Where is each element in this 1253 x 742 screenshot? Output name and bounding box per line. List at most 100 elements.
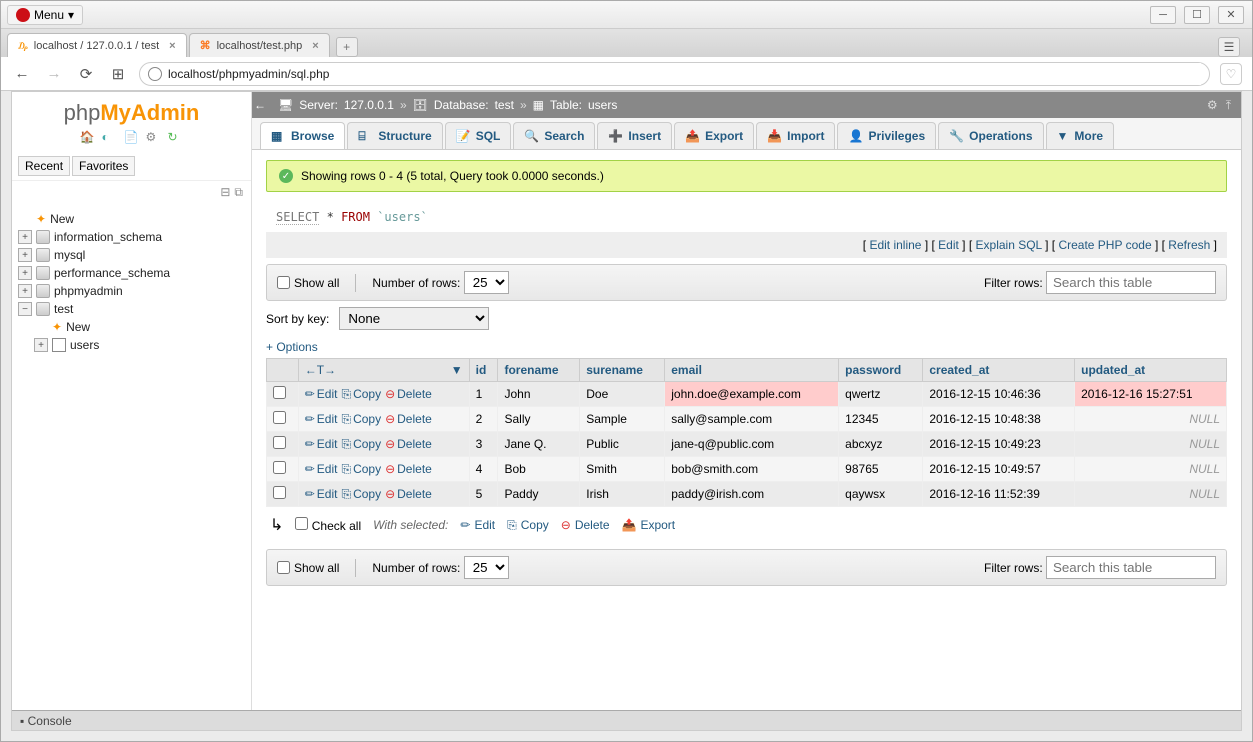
new-tab-button[interactable]: +: [336, 37, 358, 57]
cell-updated_at[interactable]: NULL: [1075, 432, 1227, 457]
row-delete[interactable]: ⊖Delete: [385, 437, 432, 451]
bulk-copy-link[interactable]: ⎘Copy: [507, 518, 549, 533]
cell-created_at[interactable]: 2016-12-16 11:52:39: [923, 482, 1075, 507]
row-checkbox[interactable]: [267, 482, 299, 507]
logout-icon[interactable]: ◐: [102, 130, 118, 146]
num-rows-select-bottom[interactable]: 25: [464, 556, 509, 579]
reload-icon[interactable]: ↻: [168, 130, 184, 146]
tree-db-information_schema[interactable]: information_schema: [16, 228, 247, 246]
cell-updated_at[interactable]: NULL: [1075, 482, 1227, 507]
expander-icon[interactable]: [34, 338, 48, 352]
tab-sql[interactable]: 📝SQL: [445, 122, 512, 149]
cell-updated_at[interactable]: NULL: [1075, 407, 1227, 432]
tab-privileges[interactable]: 👤Privileges: [837, 122, 936, 149]
favorites-tab[interactable]: Favorites: [72, 156, 135, 176]
expander-icon[interactable]: [18, 266, 32, 280]
bookmark-button[interactable]: ♡: [1220, 63, 1242, 85]
browser-tab-2[interactable]: ⌘ localhost/test.php ×: [189, 33, 330, 57]
row-checkbox[interactable]: [267, 407, 299, 432]
tree-db-mysql[interactable]: mysql: [16, 246, 247, 264]
tab-search[interactable]: 🔍Search: [513, 122, 595, 149]
row-checkbox[interactable]: [267, 432, 299, 457]
breadcrumb-db[interactable]: test: [495, 98, 514, 112]
tree-db-test[interactable]: test: [16, 300, 247, 318]
cell-created_at[interactable]: 2016-12-15 10:49:23: [923, 432, 1075, 457]
tree-new-table[interactable]: ✦ New: [16, 318, 247, 336]
breadcrumb-table[interactable]: users: [588, 98, 617, 112]
cell-id[interactable]: 3: [469, 432, 498, 457]
cell-email[interactable]: paddy@irish.com: [665, 482, 839, 507]
row-delete[interactable]: ⊖Delete: [385, 412, 432, 426]
close-tab-icon[interactable]: ×: [169, 40, 175, 52]
opera-menu-button[interactable]: Menu ▾: [7, 5, 83, 25]
cell-surename[interactable]: Public: [580, 432, 665, 457]
cell-forename[interactable]: Jane Q.: [498, 432, 580, 457]
cell-id[interactable]: 2: [469, 407, 498, 432]
cell-password[interactable]: 98765: [839, 457, 923, 482]
tab-list-button[interactable]: ☰: [1218, 37, 1240, 57]
tab-browse[interactable]: ▦Browse: [260, 122, 345, 149]
cell-id[interactable]: 4: [469, 457, 498, 482]
cell-forename[interactable]: John: [498, 382, 580, 407]
expander-icon[interactable]: [18, 284, 32, 298]
back-button[interactable]: ←: [11, 63, 33, 85]
console-bar[interactable]: ▪ Console: [252, 710, 1241, 730]
row-copy[interactable]: ⎘Copy: [341, 437, 381, 452]
row-copy[interactable]: ⎘Copy: [341, 462, 381, 477]
home-icon[interactable]: 🏠: [80, 130, 96, 146]
recent-tab[interactable]: Recent: [18, 156, 70, 176]
tab-export[interactable]: 📤Export: [674, 122, 754, 149]
tab-more[interactable]: ▼More: [1046, 122, 1115, 149]
row-edit[interactable]: ✏Edit: [305, 487, 338, 501]
tree-table-users[interactable]: users: [16, 336, 247, 354]
row-edit[interactable]: ✏Edit: [305, 462, 338, 476]
tree-new[interactable]: ✦ New: [16, 210, 247, 228]
bulk-export-link[interactable]: 📤Export: [622, 518, 676, 532]
cell-surename[interactable]: Sample: [580, 407, 665, 432]
refresh-link[interactable]: Refresh: [1168, 238, 1210, 252]
cell-forename[interactable]: Paddy: [498, 482, 580, 507]
col-password[interactable]: password: [839, 359, 923, 382]
row-checkbox[interactable]: [267, 382, 299, 407]
create-php-link[interactable]: Create PHP code: [1058, 238, 1151, 252]
expander-icon[interactable]: [18, 248, 32, 262]
collapse-sidebar-button[interactable]: ←: [252, 92, 268, 118]
col-email[interactable]: email: [665, 359, 839, 382]
row-edit[interactable]: ✏Edit: [305, 412, 338, 426]
sort-by-key-select[interactable]: None: [339, 307, 489, 330]
tab-operations[interactable]: 🔧Operations: [938, 122, 1043, 149]
bulk-edit-link[interactable]: ✏Edit: [460, 518, 495, 532]
filter-rows-input[interactable]: [1046, 271, 1216, 294]
cell-password[interactable]: qaywsx: [839, 482, 923, 507]
tab-import[interactable]: 📥Import: [756, 122, 835, 149]
gear-icon[interactable]: ⚙: [1207, 98, 1218, 113]
tab-insert[interactable]: ➕Insert: [597, 122, 672, 149]
cell-id[interactable]: 5: [469, 482, 498, 507]
cell-created_at[interactable]: 2016-12-15 10:48:38: [923, 407, 1075, 432]
cell-email[interactable]: bob@smith.com: [665, 457, 839, 482]
cell-updated_at[interactable]: NULL: [1075, 457, 1227, 482]
cell-id[interactable]: 1: [469, 382, 498, 407]
col-updated_at[interactable]: updated_at: [1075, 359, 1227, 382]
explain-sql-link[interactable]: Explain SQL: [976, 238, 1042, 252]
close-window-button[interactable]: ✕: [1218, 6, 1244, 24]
cell-email[interactable]: john.doe@example.com: [665, 382, 839, 407]
close-tab-icon[interactable]: ×: [312, 40, 318, 52]
cell-surename[interactable]: Doe: [580, 382, 665, 407]
cell-forename[interactable]: Sally: [498, 407, 580, 432]
cell-email[interactable]: sally@sample.com: [665, 407, 839, 432]
pageup-icon[interactable]: ⤒: [1226, 98, 1231, 113]
cell-password[interactable]: 12345: [839, 407, 923, 432]
cell-password[interactable]: qwertz: [839, 382, 923, 407]
breadcrumb-server[interactable]: 127.0.0.1: [344, 98, 394, 112]
col-created_at[interactable]: created_at: [923, 359, 1075, 382]
tree-db-phpmyadmin[interactable]: phpmyadmin: [16, 282, 247, 300]
col-forename[interactable]: forename: [498, 359, 580, 382]
url-input[interactable]: [168, 63, 1201, 85]
row-edit[interactable]: ✏Edit: [305, 437, 338, 451]
num-rows-select[interactable]: 25: [464, 271, 509, 294]
options-link[interactable]: + Options: [266, 340, 1227, 354]
row-copy[interactable]: ⎘Copy: [341, 412, 381, 427]
edit-link[interactable]: Edit: [938, 238, 959, 252]
row-edit[interactable]: ✏Edit: [305, 387, 338, 401]
